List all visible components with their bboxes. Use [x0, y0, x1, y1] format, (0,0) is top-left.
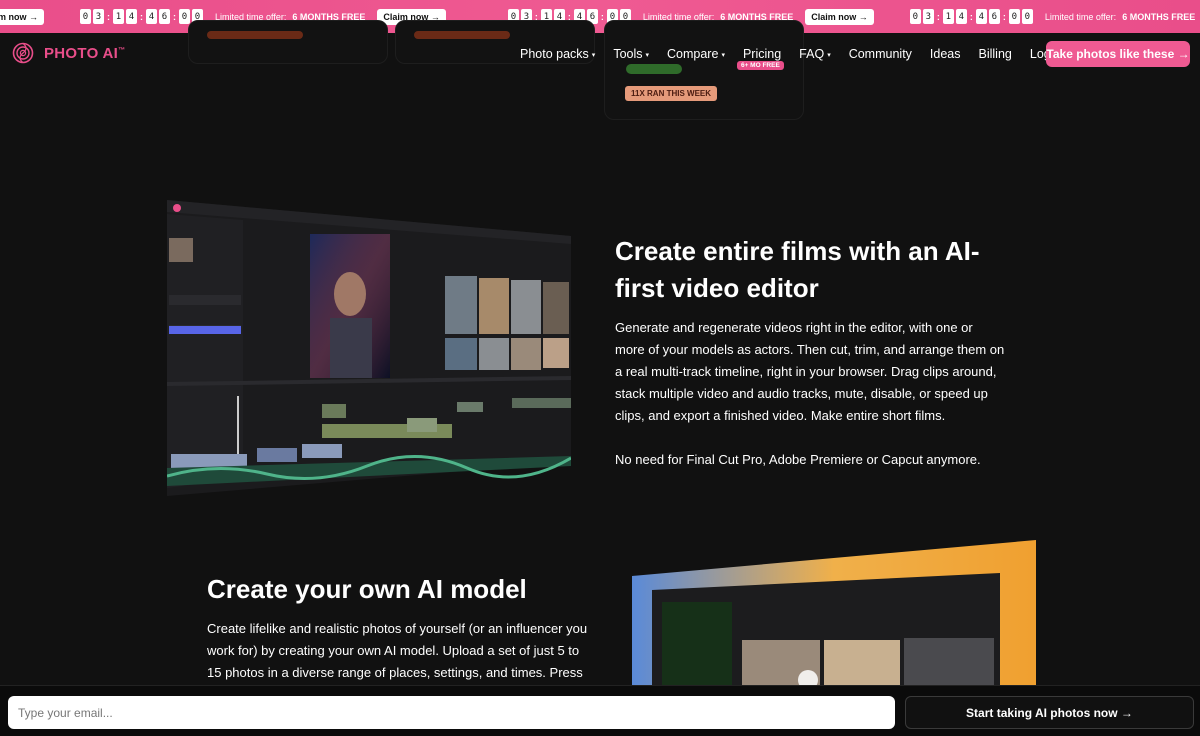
timer-digit: 6: [159, 9, 170, 24]
timer-digit: 1: [113, 9, 124, 24]
timer-digit: 4: [955, 9, 967, 24]
email-input[interactable]: [8, 696, 895, 729]
timer-digit: 4: [126, 9, 137, 24]
logo-text: PHOTO AI™: [44, 44, 126, 62]
claim-now-button[interactable]: Claim now →: [805, 8, 874, 25]
model-section-heading: Create your own AI model: [207, 574, 527, 604]
nav-item-compare[interactable]: Compare ▾: [667, 47, 725, 61]
chevron-down-icon: ▾: [827, 51, 831, 59]
email-signup-bar: Start taking AI photos now →: [0, 685, 1200, 736]
take-photos-button[interactable]: Take photos like these →: [1046, 41, 1190, 67]
video-section-heading: Create entire films with an AI-first vid…: [615, 236, 980, 303]
promo-banner: m now → 0 3 : 1 4 : 4 6 : 0 0 Limited ti…: [0, 0, 1200, 33]
start-taking-photos-button[interactable]: Start taking AI photos now →: [905, 696, 1194, 729]
chevron-down-icon: ▾: [591, 51, 596, 59]
timer-digit: 0: [909, 9, 921, 24]
timer-digit: 4: [146, 9, 157, 24]
logo[interactable]: PHOTO AI™: [12, 42, 125, 64]
chevron-down-icon: ▾: [721, 51, 725, 59]
timer-digit: 0: [179, 9, 190, 24]
logo-spiral-icon: [12, 42, 34, 64]
model-section-paragraph: Create lifelike and realistic photos of …: [207, 621, 588, 680]
nav-item-faq[interactable]: FAQ ▾: [799, 47, 831, 61]
banner-segment: m now →: [0, 0, 44, 33]
ran-this-week-badge: 11X RAN THIS WEEK: [625, 86, 718, 101]
nav-item-tools[interactable]: Tools ▾: [613, 47, 649, 61]
nav-item-community[interactable]: Community: [849, 47, 912, 61]
timer-digit: 1: [942, 9, 954, 24]
nav-item-photo-packs[interactable]: Photo packs ▾: [520, 47, 595, 61]
chevron-down-icon: ▾: [645, 51, 650, 59]
timer-digit: 4: [975, 9, 987, 24]
nav-menu: Photo packs ▾ Tools ▾ Compare ▾ Pricing 6+ M…: [520, 33, 1082, 75]
timer-digit: 0: [80, 9, 91, 24]
countdown-timer: 0 3 : 1 4 : 4 6 : 0 0: [80, 9, 203, 24]
timer-digit: 3: [922, 9, 934, 24]
timer-digit: 3: [93, 9, 104, 24]
nav-item-billing[interactable]: Billing: [979, 47, 1012, 61]
video-editor-screenshot: [167, 200, 571, 496]
top-nav: PHOTO AI™ Photo packs ▾ Tools ▾ Compare ▾ P…: [0, 33, 1200, 75]
claim-now-button[interactable]: m now →: [0, 8, 44, 25]
offer-highlight: 6 MONTHS FREE: [1122, 11, 1196, 22]
nav-item-pricing[interactable]: Pricing 6+ MO FREE: [736, 47, 784, 70]
timer-digit: 0: [1008, 9, 1020, 24]
video-section-paragraph: Generate and regenerate videos right in …: [615, 320, 1005, 423]
banner-segment: 0 3 : 1 4 : 4 6 : 0 0 Limited time offer…: [874, 0, 1200, 33]
offer-label: Limited time offer:: [1044, 11, 1117, 22]
video-section-note: No need for Final Cut Pro, Adobe Premier…: [615, 452, 981, 467]
countdown-timer: 0 3 : 1 4 : 4 6 : 0 0: [909, 9, 1033, 24]
app-laptop-screenshot: [632, 540, 1036, 685]
nav-item-ideas[interactable]: Ideas: [930, 47, 961, 61]
timer-digit: 6: [988, 9, 1000, 24]
pricing-badge: 6+ MO FREE: [736, 61, 784, 70]
timer-digit: 0: [1021, 9, 1033, 24]
